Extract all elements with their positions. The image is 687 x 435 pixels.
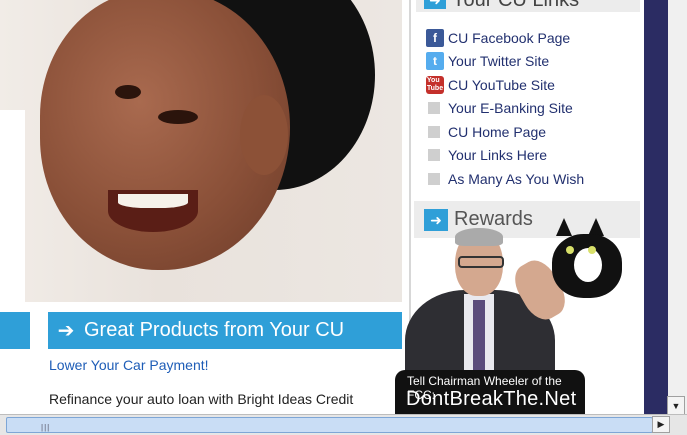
- fcc-banner-line2: DontBreakThe.Net: [406, 388, 577, 410]
- bullet-icon: [428, 149, 440, 162]
- window-frame: [644, 0, 668, 416]
- horizontal-scrollbar[interactable]: |||: [0, 414, 687, 435]
- sidebar-links-header: ➜ Your CU Links: [416, 0, 640, 12]
- arrow-right-icon: ➜: [424, 0, 446, 9]
- sidebar-link-label[interactable]: Your Twitter Site: [448, 53, 549, 69]
- section-header: ➔ Great Products from Your CU: [48, 312, 402, 349]
- sidebar-link-label[interactable]: CU Home Page: [448, 124, 546, 140]
- sidebar-link[interactable]: t Your Twitter Site: [426, 50, 584, 74]
- arrow-right-icon: ➔: [57, 320, 75, 342]
- hero-card: [0, 110, 25, 302]
- section-title: Great Products from Your CU: [84, 319, 345, 341]
- glasses-icon: [458, 256, 504, 268]
- sidebar-link[interactable]: You Tube CU YouTube Site: [426, 73, 584, 97]
- cat-eye: [588, 246, 596, 254]
- youtube-icon: You Tube: [426, 75, 444, 94]
- bullet-icon: [428, 125, 440, 138]
- fcc-banner[interactable]: Tell Chairman Wheeler of the FCC: DontBr…: [395, 370, 585, 416]
- sidebar-link[interactable]: CU Home Page: [426, 120, 584, 144]
- hero-photo: [0, 0, 402, 302]
- sidebar-link-label[interactable]: Your Links Here: [448, 147, 547, 163]
- hero-ear: [240, 95, 288, 175]
- promo-link[interactable]: Lower Your Car Payment!: [49, 357, 209, 373]
- cat-chest: [574, 248, 602, 282]
- sidebar-link-label[interactable]: CU YouTube Site: [448, 77, 555, 93]
- hero-eye-left: [115, 85, 141, 99]
- hero-teeth: [118, 194, 188, 208]
- vertical-scrollbar-track[interactable]: [668, 0, 687, 416]
- bullet-icon: [428, 102, 440, 115]
- sidebar-link[interactable]: Your Links Here: [426, 144, 584, 168]
- man-hair: [455, 228, 503, 246]
- grip-icon: |||: [41, 423, 51, 432]
- twitter-icon: t: [426, 52, 444, 71]
- sidebar-link-label[interactable]: CU Facebook Page: [448, 30, 570, 46]
- cat-icon: [544, 216, 624, 302]
- cat-eye: [566, 246, 574, 254]
- horizontal-scroll-thumb[interactable]: |||: [6, 417, 653, 433]
- sidebar-link[interactable]: As Many As You Wish: [426, 167, 584, 191]
- left-section-tab: [0, 312, 30, 349]
- sidebar-link-label[interactable]: Your E-Banking Site: [448, 100, 573, 116]
- hero-eye-right: [158, 110, 198, 124]
- scroll-right-button[interactable]: ▶: [652, 416, 670, 433]
- cat-ear: [556, 218, 572, 236]
- sidebar-link-label[interactable]: As Many As You Wish: [448, 171, 584, 187]
- bullet-icon: [428, 172, 440, 185]
- sidebar-link[interactable]: f CU Facebook Page: [426, 26, 584, 50]
- scroll-down-button[interactable]: ▼: [667, 396, 685, 416]
- sidebar-link[interactable]: Your E-Banking Site: [426, 97, 584, 121]
- man-tie: [473, 300, 485, 370]
- sidebar-links: f CU Facebook Page t Your Twitter Site Y…: [426, 26, 584, 191]
- sidebar-links-title: Your CU Links: [452, 0, 579, 12]
- facebook-icon: f: [426, 28, 444, 47]
